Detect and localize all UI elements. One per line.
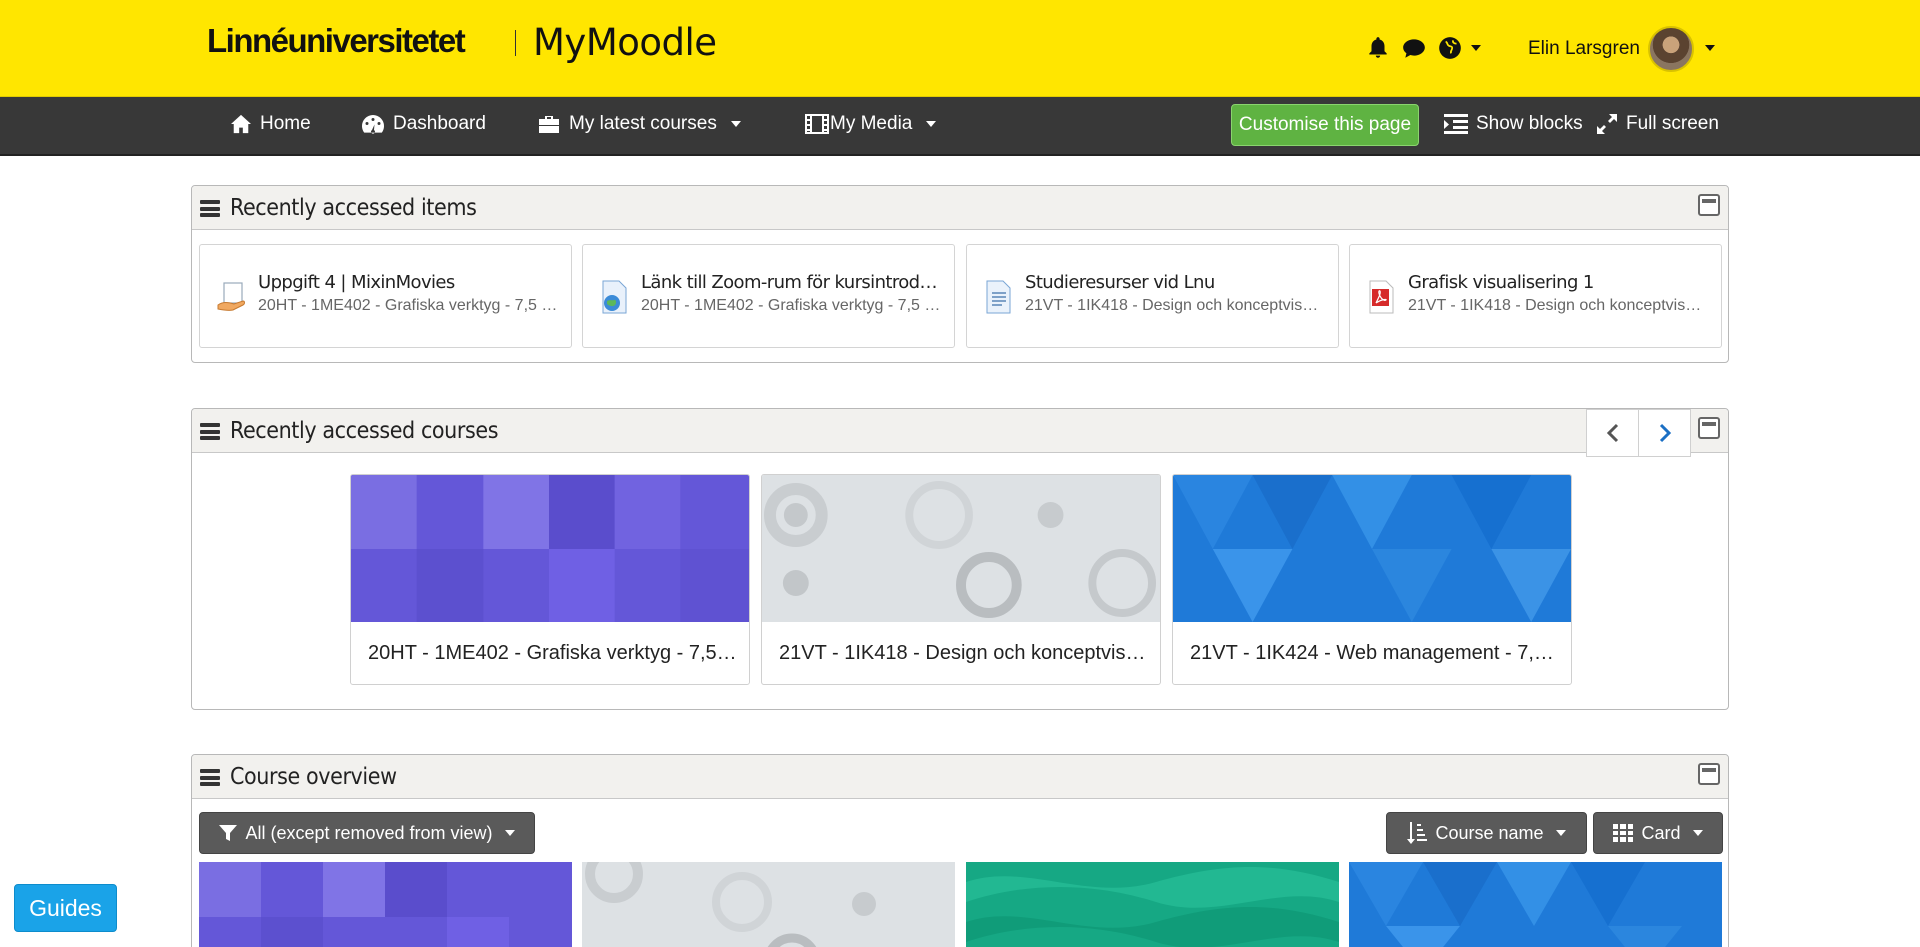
recent-courses-block: Recently accessed courses 20HT - 1ME402 …: [191, 408, 1729, 710]
sort-icon: [1407, 822, 1428, 844]
view-dropdown[interactable]: Card: [1593, 812, 1723, 854]
full-screen-label: Full screen: [1626, 113, 1719, 134]
course-card[interactable]: [1349, 862, 1722, 947]
show-blocks-button[interactable]: Show blocks: [1444, 113, 1583, 135]
show-blocks-label: Show blocks: [1476, 113, 1583, 134]
menu-icon[interactable]: [200, 423, 220, 440]
dashboard-icon: [362, 115, 384, 134]
chevron-right-icon: [1659, 423, 1671, 443]
nav-latest-courses[interactable]: My latest courses: [537, 113, 741, 135]
block-title: Recently accessed items: [230, 195, 477, 221]
sort-dropdown[interactable]: Course name: [1386, 812, 1587, 854]
collapse-block-icon[interactable]: [1698, 194, 1720, 216]
chevron-left-icon: [1606, 423, 1618, 443]
pdf-icon: [1369, 280, 1394, 314]
main-navbar: Home Dashboard My latest courses My Medi…: [0, 97, 1920, 156]
home-icon: [231, 114, 251, 134]
recent-item-card[interactable]: Grafisk visualisering 1 21VT - 1IK418 - …: [1349, 244, 1722, 348]
course-name[interactable]: 21VT - 1IK424 - Web management - 7,5 hp: [1190, 642, 1560, 665]
block-title: Course overview: [230, 764, 397, 790]
expand-icon: [1597, 114, 1617, 134]
chevron-down-icon: [730, 121, 741, 127]
recent-item-card[interactable]: Länk till Zoom-rum för kursintroduktion …: [582, 244, 955, 348]
collapse-block-icon[interactable]: [1698, 763, 1720, 785]
course-image: [351, 475, 749, 622]
nav-latest-courses-label: My latest courses: [569, 113, 717, 134]
nav-my-media[interactable]: My Media: [804, 113, 937, 135]
previous-page-button[interactable]: [1586, 409, 1639, 457]
course-image: [1349, 862, 1722, 947]
block-header: Recently accessed courses: [192, 409, 1728, 457]
full-screen-button[interactable]: Full screen: [1596, 113, 1719, 135]
recent-item-name: Uppgift 4 | MixinMovies: [258, 272, 455, 293]
recent-item-course: 20HT - 1ME402 - Grafiska verktyg - 7,5 h…: [641, 297, 941, 314]
chevron-down-icon: [504, 830, 515, 836]
course-name[interactable]: 20HT - 1ME402 - Grafiska verktyg - 7,5 h…: [368, 642, 738, 665]
customise-page-button[interactable]: Customise this page: [1231, 104, 1419, 146]
block-header: Recently accessed items: [192, 186, 1728, 230]
view-label: Card: [1641, 822, 1681, 843]
url-icon: [602, 280, 627, 314]
course-image: [1173, 475, 1571, 622]
nav-dashboard[interactable]: Dashboard: [361, 113, 486, 135]
chevron-down-icon: [1692, 830, 1703, 836]
bell-icon[interactable]: [1365, 35, 1391, 61]
site-name[interactable]: MyMoodle: [533, 21, 717, 64]
recent-item-name: Länk till Zoom-rum för kursintroduktion: [641, 272, 941, 293]
course-card[interactable]: 20HT - 1ME402 - Grafiska verktyg - 7,5 h…: [350, 474, 750, 685]
film-icon: [805, 114, 829, 134]
sort-label: Course name: [1435, 822, 1544, 843]
course-image: [582, 862, 955, 947]
briefcase-icon: [539, 116, 559, 133]
course-card[interactable]: 21VT - 1IK424 - Web management - 7,5 hp: [1172, 474, 1572, 685]
recent-item-course: 20HT - 1ME402 - Grafiska verktyg - 7,5 h…: [258, 297, 558, 314]
recent-item-course: 21VT - 1IK418 - Design och konceptvisual…: [1408, 297, 1708, 314]
user-name[interactable]: Elin Larsgren: [1528, 38, 1640, 60]
user-menu-caret-icon[interactable]: [1705, 45, 1715, 51]
nav-dashboard-label: Dashboard: [393, 113, 486, 134]
course-card[interactable]: 21VT - 1IK418 - Design och konceptvisual…: [761, 474, 1161, 685]
language-caret-icon[interactable]: [1471, 45, 1481, 51]
nav-home-label: Home: [260, 113, 311, 134]
guides-button[interactable]: Guides: [14, 884, 117, 932]
recent-item-name: Grafisk visualisering 1: [1408, 272, 1594, 293]
menu-icon[interactable]: [200, 200, 220, 217]
chevron-down-icon: [926, 121, 937, 127]
course-image: [762, 475, 1160, 622]
grouping-dropdown[interactable]: All (except removed from view): [199, 812, 535, 854]
grouping-label: All (except removed from view): [245, 822, 493, 843]
indent-icon: [1444, 114, 1468, 134]
overview-controls: All (except removed from view) Course na…: [199, 812, 1723, 856]
course-card[interactable]: [582, 862, 955, 947]
page-icon: [986, 280, 1011, 314]
recent-item-name: Studieresurser vid Lnu: [1025, 272, 1215, 293]
assignment-icon: [217, 282, 245, 311]
course-overview-block: Course overview All (except removed from…: [191, 754, 1729, 947]
recent-item-card[interactable]: Studieresurser vid Lnu 21VT - 1IK418 - D…: [966, 244, 1339, 348]
recent-item-course: 21VT - 1IK418 - Design och konceptvisual…: [1025, 297, 1325, 314]
filter-icon: [219, 825, 238, 841]
brand-separator: [515, 30, 516, 56]
course-card[interactable]: [966, 862, 1339, 947]
recent-items-block: Recently accessed items Uppgift 4 | Mixi…: [191, 185, 1729, 363]
course-image: [199, 862, 572, 947]
block-title: Recently accessed courses: [230, 418, 499, 444]
next-page-button[interactable]: [1638, 409, 1691, 457]
globe-icon[interactable]: [1437, 35, 1463, 61]
avatar[interactable]: [1648, 26, 1694, 72]
chat-icon[interactable]: [1401, 35, 1427, 61]
grid-icon: [1613, 824, 1634, 842]
brand-logo[interactable]: Linnéuniversitetet: [207, 22, 466, 60]
menu-icon[interactable]: [200, 769, 220, 786]
course-card[interactable]: [199, 862, 572, 947]
nav-home[interactable]: Home: [230, 113, 311, 135]
chevron-down-icon: [1555, 830, 1566, 836]
course-name[interactable]: 21VT - 1IK418 - Design och konceptvisual…: [779, 642, 1149, 665]
site-header: Linnéuniversitetet MyMoodle Elin Larsgre…: [0, 0, 1920, 97]
recent-item-card[interactable]: Uppgift 4 | MixinMovies 20HT - 1ME402 - …: [199, 244, 572, 348]
nav-my-media-label: My Media: [830, 113, 913, 134]
block-header: Course overview: [192, 755, 1728, 799]
collapse-block-icon[interactable]: [1698, 417, 1720, 439]
course-image: [966, 862, 1339, 947]
